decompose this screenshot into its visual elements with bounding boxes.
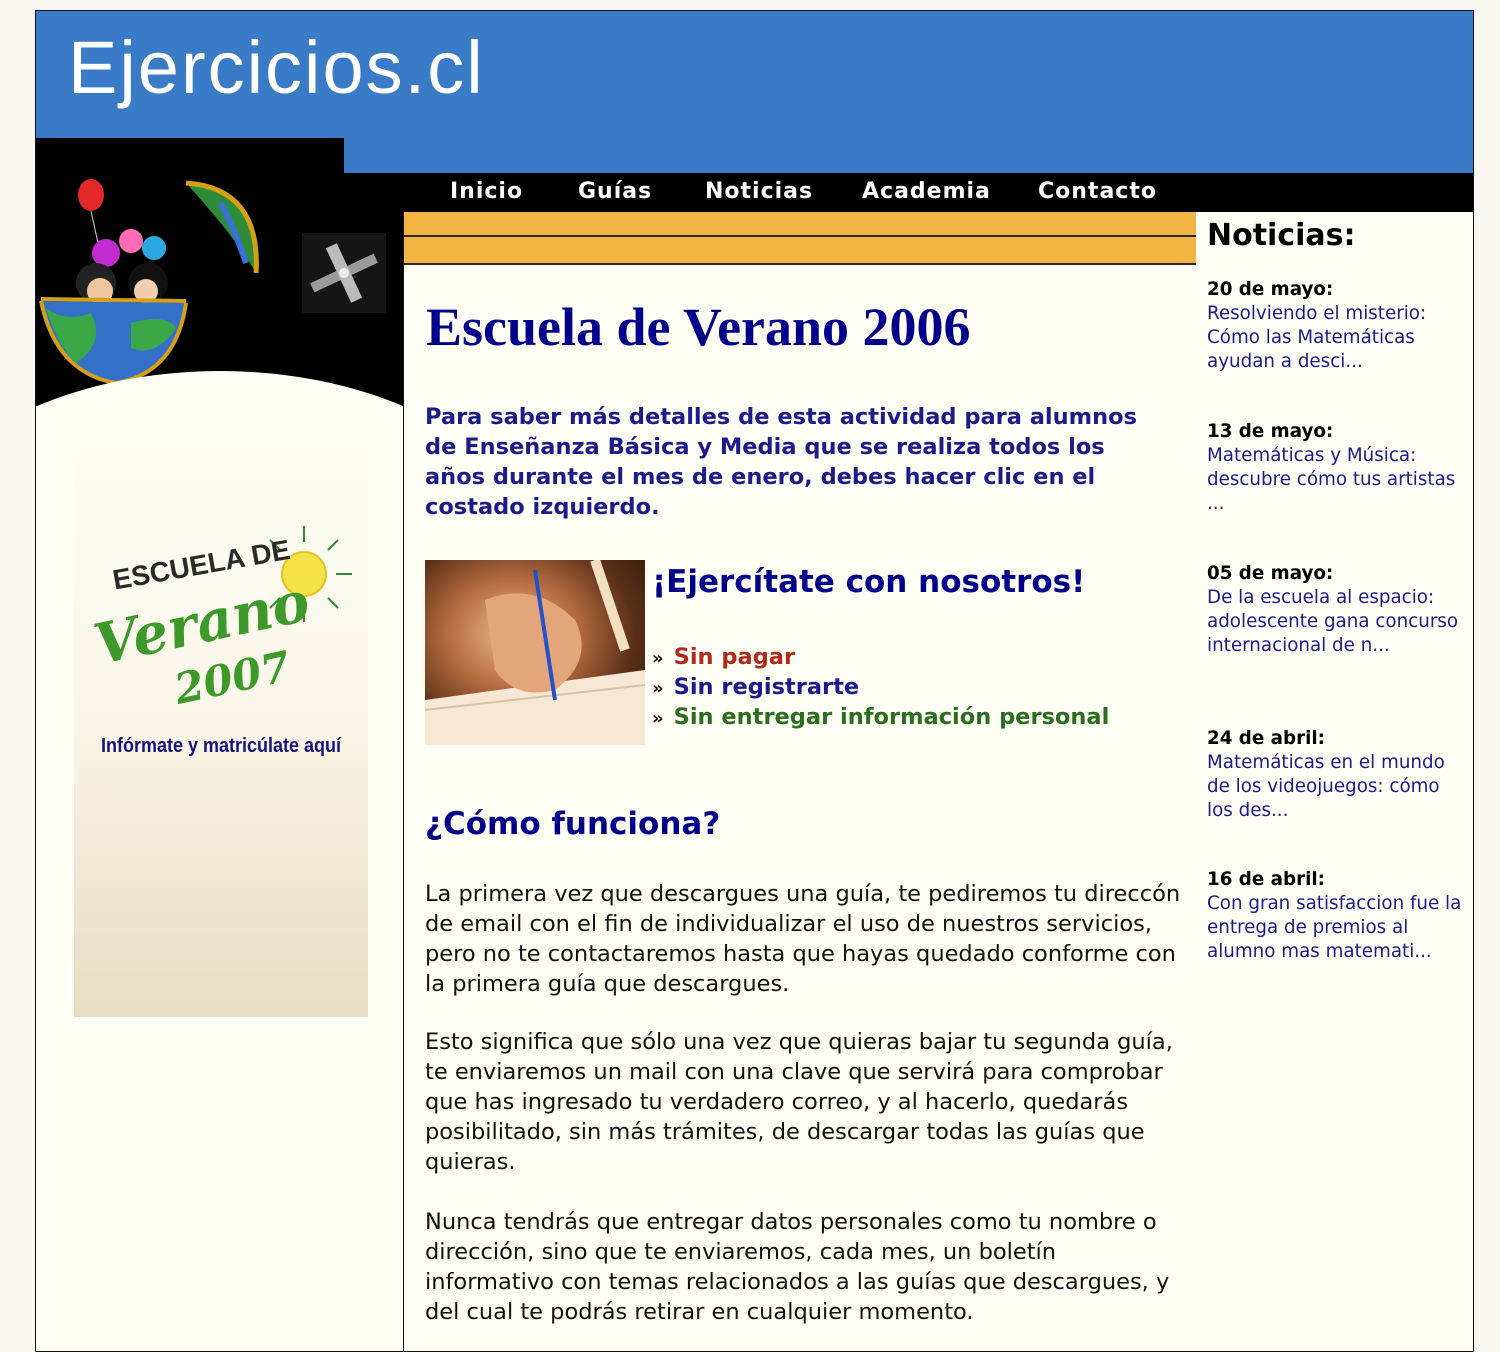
main-nav: Inicio Guías Noticias Academia Contacto [344, 173, 1473, 212]
page-title: Escuela de Verano 2006 [426, 297, 971, 357]
arrow-icon: » [652, 678, 664, 699]
news-link[interactable]: De la escuela al espacio: adolescente ga… [1207, 586, 1467, 658]
news-date: 24 de abril: [1207, 728, 1325, 749]
left-panel: ESCUELA DE Verano 2007 Infórmate y matri… [36, 173, 404, 1351]
arrow-icon: » [652, 708, 664, 729]
news-link[interactable]: Resolviendo el misterio: Cómo las Matemá… [1207, 302, 1467, 374]
news-link[interactable]: Con gran satisfaccion fue la entrega de … [1207, 892, 1467, 964]
stripe-line-bottom [404, 263, 1196, 265]
news-item: 13 de mayo: Matemáticas y Música: descub… [1207, 420, 1467, 516]
explanation-paragraph-2: Esto significa que sólo una vez que quie… [425, 1029, 1173, 1175]
feature-label: Sin registrarte [673, 674, 860, 700]
news-item: 20 de mayo: Resolviendo el misterio: Cóm… [1207, 278, 1467, 374]
explanation-paragraph-1: La primera vez que descargues una guía, … [425, 881, 1181, 997]
site-title[interactable]: Ejercicios.cl [68, 25, 485, 110]
main-content: Escuela de Verano 2006 Para saber más de… [403, 212, 1197, 1351]
arrow-icon: » [652, 648, 664, 669]
feature-sin-registrarte: » Sin registrarte [652, 674, 859, 700]
news-item: 16 de abril: Con gran satisfaccion fue l… [1207, 868, 1467, 964]
explanation-paragraph-3: Nunca tendrás que entregar datos persona… [425, 1209, 1170, 1325]
nav-item-academia[interactable]: Academia [862, 179, 991, 204]
feature-label: Sin entregar información personal [673, 704, 1110, 730]
feature-sin-info-personal: » Sin entregar información personal [652, 704, 1109, 730]
left-header-art [36, 173, 404, 413]
news-sidebar: Noticias: 20 de mayo: Resolviendo el mis… [1196, 212, 1473, 1351]
stripe-line-top [404, 235, 1196, 237]
news-heading: Noticias: [1207, 218, 1356, 253]
news-link[interactable]: Matemáticas en el mundo de los videojueg… [1207, 751, 1467, 823]
como-funciona-heading: ¿Cómo funciona? [425, 806, 721, 842]
page-frame: Ejercicios.cl Inicio Guías Noticias Acad… [35, 10, 1474, 1352]
news-date: 05 de mayo: [1207, 563, 1334, 584]
nav-item-guias[interactable]: Guías [578, 179, 652, 204]
nav-item-noticias[interactable]: Noticias [705, 179, 813, 204]
news-item: 24 de abril: Matemáticas en el mundo de … [1207, 727, 1467, 823]
accent-stripes [404, 212, 1196, 265]
feature-sin-pagar: » Sin pagar [652, 644, 795, 670]
intro-text: Para saber más detalles de esta activida… [425, 404, 1137, 520]
verano-2007-logo: ESCUELA DE Verano 2007 [88, 526, 352, 714]
news-date: 16 de abril: [1207, 869, 1325, 890]
ejercitate-heading: ¡Ejercítate con nosotros! [652, 564, 1086, 600]
nav-item-contacto[interactable]: Contacto [1038, 179, 1157, 204]
nav-item-inicio[interactable]: Inicio [450, 179, 523, 204]
news-date: 20 de mayo: [1207, 279, 1334, 300]
news-item: 05 de mayo: De la escuela al espacio: ad… [1207, 562, 1467, 658]
feature-label: Sin pagar [673, 644, 796, 670]
news-date: 13 de mayo: [1207, 421, 1334, 442]
summer-school-ad[interactable]: ESCUELA DE Verano 2007 Infórmate y matri… [74, 429, 368, 1017]
ad-subtitle[interactable]: Infórmate y matricúlate aquí [89, 735, 354, 758]
hand-writing-photo [425, 560, 645, 745]
news-link[interactable]: Matemáticas y Música: descubre cómo tus … [1207, 444, 1467, 516]
